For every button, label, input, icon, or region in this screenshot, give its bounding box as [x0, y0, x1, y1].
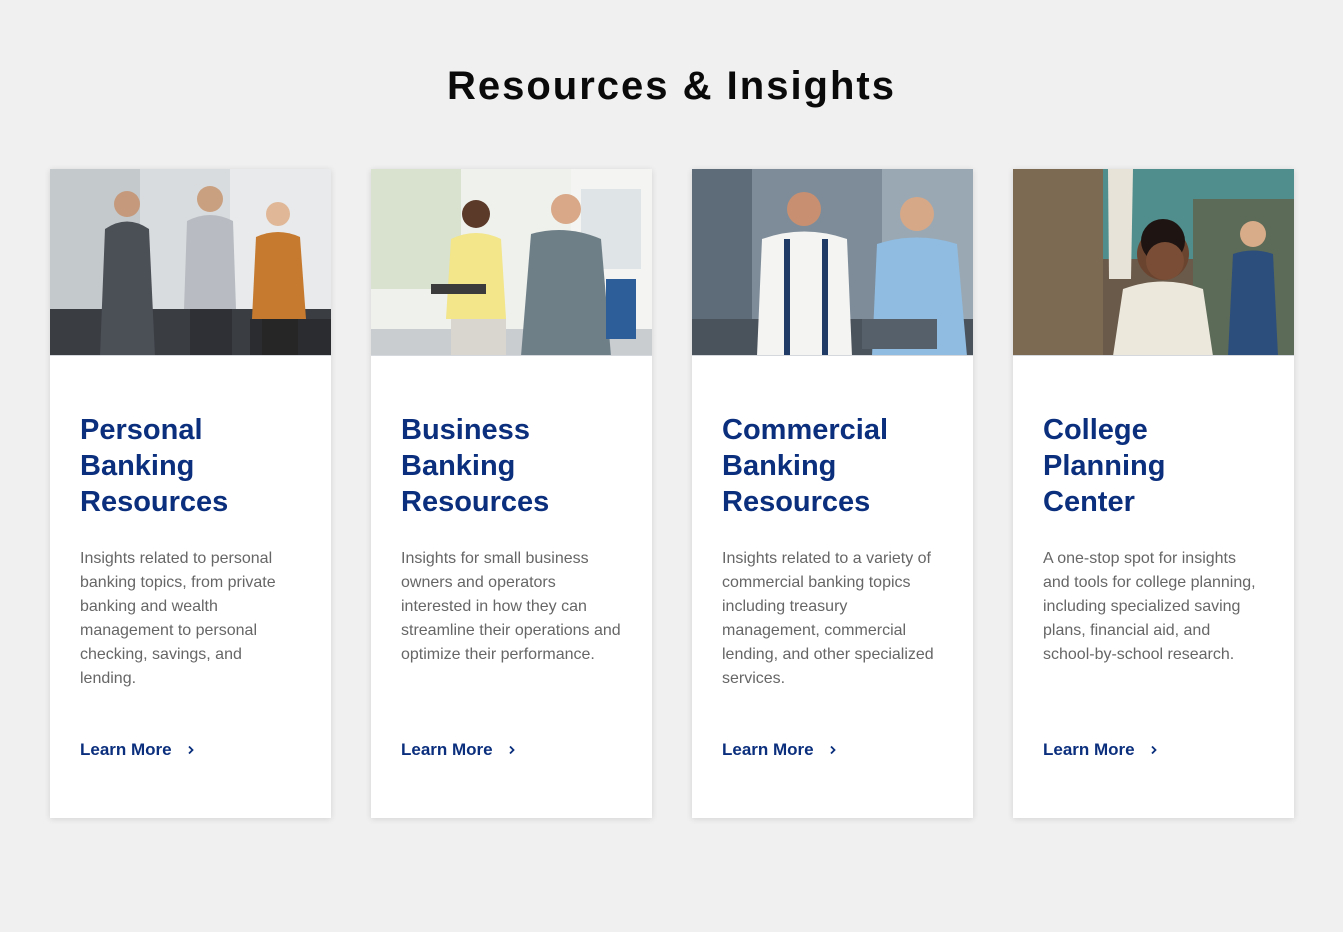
card-description: Insights related to a variety of commerc…: [722, 550, 934, 687]
resources-section: Resources & Insights Personal Banking Re…: [0, 0, 1343, 932]
card-grid: Personal Banking Resources Insights rela…: [50, 169, 1294, 818]
card-image: [371, 169, 652, 356]
learn-more-link[interactable]: Learn More: [1043, 738, 1159, 762]
card-business-banking: Business Banking Resources Insights for …: [371, 169, 652, 818]
card-body: Commercial Banking Resources Insights re…: [692, 356, 973, 691]
learn-more-link[interactable]: Learn More: [401, 738, 517, 762]
learn-more-link[interactable]: Learn More: [80, 738, 196, 762]
card-commercial-banking: Commercial Banking Resources Insights re…: [692, 169, 973, 818]
chevron-right-icon: [507, 745, 517, 755]
learn-more-label: Learn More: [401, 740, 493, 759]
card-image: [692, 169, 973, 356]
chevron-right-icon: [828, 745, 838, 755]
card-college-planning: College Planning Center A one-stop spot …: [1013, 169, 1294, 818]
card-title: College Planning Center: [1043, 414, 1166, 518]
learn-more-label: Learn More: [722, 740, 814, 759]
card-title: Business Banking Resources: [401, 414, 550, 518]
card-personal-banking: Personal Banking Resources Insights rela…: [50, 169, 331, 818]
chevron-right-icon: [186, 745, 196, 755]
card-title: Commercial Banking Resources: [722, 414, 889, 518]
card-title: Personal Banking Resources: [80, 414, 229, 518]
photo-two-people-meeting-office: [371, 169, 652, 355]
card-body: Business Banking Resources Insights for …: [371, 356, 652, 667]
card-image: [50, 169, 331, 356]
learn-more-link[interactable]: Learn More: [722, 738, 838, 762]
card-body: Personal Banking Resources Insights rela…: [50, 356, 331, 691]
card-description: A one-stop spot for insights and tools f…: [1043, 550, 1256, 663]
card-image: [1013, 169, 1294, 356]
section-title: Resources & Insights: [446, 64, 896, 108]
card-description: Insights related to personal banking top…: [80, 550, 276, 687]
photo-student-raising-hand-classroom: [1013, 169, 1294, 355]
learn-more-label: Learn More: [1043, 740, 1135, 759]
photo-three-people-handshake-office: [50, 169, 331, 355]
card-description: Insights for small business owners and o…: [401, 550, 621, 663]
photo-two-men-with-tablet-workshop: [692, 169, 973, 355]
card-body: College Planning Center A one-stop spot …: [1013, 356, 1294, 667]
learn-more-label: Learn More: [80, 740, 172, 759]
chevron-right-icon: [1149, 745, 1159, 755]
